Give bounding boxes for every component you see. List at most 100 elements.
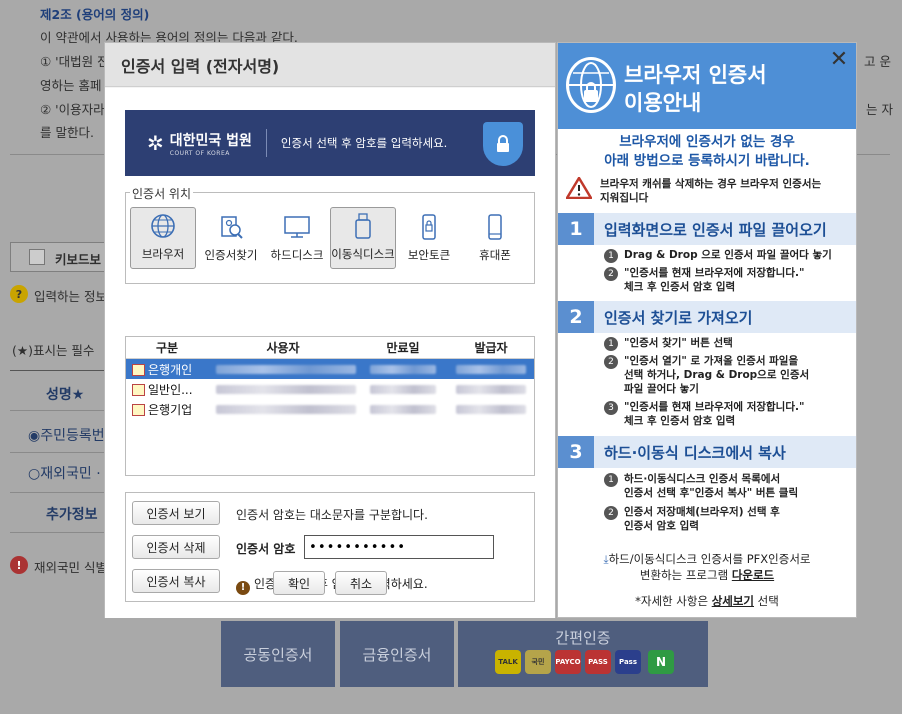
checkbox[interactable] xyxy=(29,249,45,265)
location-label: 인증서찾기 xyxy=(204,248,258,262)
naver-logo-icon: N xyxy=(648,650,674,674)
view-cert-button[interactable]: 인증서 보기 xyxy=(132,501,220,525)
payco-logo-icon: PAYCO xyxy=(555,650,581,674)
column-header[interactable]: 만료일 xyxy=(358,339,448,356)
keyboard-security-button[interactable]: 키보드보 xyxy=(10,242,110,272)
phone-icon xyxy=(480,213,510,241)
detail-text: 선택 xyxy=(754,594,779,608)
location-hard-disk[interactable]: 하드디스크 xyxy=(264,207,330,269)
number-2-icon: 2 xyxy=(604,506,618,520)
court-logo: ✲ 대한민국 법원 COURT OF KOREA xyxy=(147,130,252,157)
step-item: 인증서 선택 후"인증서 복사" 버튼 클릭 xyxy=(624,487,799,499)
location-label: 보안토큰 xyxy=(407,248,451,262)
radio-label: 재외국민 · xyxy=(40,466,101,482)
table-row[interactable]: 은행개인 xyxy=(126,359,534,379)
help-text: 입력하는 정보 xyxy=(34,289,107,304)
number-3-icon: 3 xyxy=(604,401,618,415)
court-name-en: COURT OF KOREA xyxy=(169,149,230,157)
number-2-icon: 2 xyxy=(604,355,618,369)
step-item: 체크 후 인증서 암호 입력 xyxy=(624,415,736,427)
court-name-kr: 대한민국 법원 xyxy=(169,132,252,149)
radio-overseas[interactable]: ○재외국민 · xyxy=(28,463,101,483)
simple-auth-label: 간편인증 xyxy=(555,629,611,647)
terms-line: 영하는 홈페 xyxy=(40,78,102,93)
cert-location-group: 인증서 위치 브라우저 인증서찾기 하드디스크 이동식디스크 보안토큰 휴대폰 xyxy=(125,185,535,284)
guide-title: 브라우저 인증서 이용안내 xyxy=(624,61,767,117)
certificate-icon xyxy=(132,383,145,396)
redacted-expiry xyxy=(370,405,436,414)
cert-table: 구분 사용자 만료일 발급자 은행개인 일반인... 은행기업 xyxy=(125,336,535,476)
warning-icon: ! xyxy=(10,556,28,574)
table-row[interactable]: 일반인... xyxy=(126,379,534,399)
radio-button[interactable]: ○ xyxy=(28,466,40,482)
joint-cert-button[interactable]: 공동인증서 xyxy=(221,621,335,687)
cancel-button[interactable]: 취소 xyxy=(335,571,387,595)
step-2-header: 2 인증서 찾기로 가져오기 xyxy=(558,301,856,333)
monitor-icon xyxy=(282,213,312,241)
samsung-pass-logo-icon: Pass xyxy=(615,650,641,674)
column-header[interactable]: 구분 xyxy=(126,339,208,356)
step-item: 선택 하거나, Drag & Drop으로 인증서 xyxy=(624,369,810,381)
step-1-header: 1 입력화면으로 인증서 파일 끌어오기 xyxy=(558,213,856,245)
divider xyxy=(10,492,105,493)
terms-line: 는 자 xyxy=(866,102,893,117)
download-link[interactable]: 다운로드 xyxy=(732,568,774,582)
redacted-user xyxy=(216,365,356,374)
table-row[interactable]: 은행기업 xyxy=(126,399,534,419)
column-header[interactable]: 발급자 xyxy=(448,339,534,356)
location-browser[interactable]: 브라우저 xyxy=(130,207,196,269)
court-emblem-icon: ✲ xyxy=(147,131,164,155)
copy-cert-button[interactable]: 인증서 복사 xyxy=(132,569,220,593)
delete-cert-button[interactable]: 인증서 삭제 xyxy=(132,535,220,559)
terms-line: 를 말한다. xyxy=(40,125,94,140)
step-item: "인증서를 현재 브라우저에 저장합니다." xyxy=(624,401,805,413)
help-icon: ? xyxy=(10,285,28,303)
step-item: Drag & Drop 으로 인증서 파일 끌어다 놓기 xyxy=(624,249,832,261)
step-item: 파일 끌어다 놓기 xyxy=(624,383,699,395)
divider xyxy=(10,410,105,411)
number-2-icon: 2 xyxy=(604,267,618,281)
radio-resident[interactable]: ◉주민등록번 xyxy=(28,425,105,445)
step-item: 인증서 암호 입력 xyxy=(624,520,699,532)
location-label: 하드디스크 xyxy=(270,248,324,262)
column-header[interactable]: 사용자 xyxy=(208,339,358,356)
guide-intro: 브라우저에 인증서가 없는 경우 아래 방법으로 등록하시기 바랍니다. xyxy=(558,133,856,171)
password-input[interactable] xyxy=(304,535,494,559)
number-1-icon: 1 xyxy=(604,337,618,351)
location-label: 휴대폰 xyxy=(479,248,511,262)
detail-link[interactable]: 상세보기 xyxy=(712,594,754,608)
password-hint: !인증서 선택 후 암호를 입력하세요. xyxy=(236,575,428,595)
location-find-cert[interactable]: 인증서찾기 xyxy=(198,207,264,269)
number-1-icon: 1 xyxy=(604,249,618,263)
location-mobile-phone[interactable]: 휴대폰 xyxy=(462,207,528,269)
close-icon[interactable]: ✕ xyxy=(828,49,850,71)
certificate-icon xyxy=(132,363,145,376)
step-3-header: 3 하드·이동식 디스크에서 복사 xyxy=(558,436,856,468)
step-number: 2 xyxy=(558,301,594,333)
step-title: 하드·이동식 디스크에서 복사 xyxy=(604,443,786,462)
warning-text: 브라우저 캐쉬를 삭제하는 경우 브라우저 인증서는 xyxy=(600,178,822,190)
step-item: "인증서를 현재 브라우저에 저장합니다." xyxy=(624,267,805,279)
pfx-download-note: ⤓하드/이동식디스크 인증서를 PFX인증서로 변환하는 프로그램 다운로드 xyxy=(558,551,856,583)
browser-cert-guide: 브라우저 인증서 이용안내 ✕ 브라우저에 인증서가 없는 경우 아래 방법으로… xyxy=(557,42,857,618)
keyboard-label: 키보드보 xyxy=(55,252,102,267)
step-title: 인증서 찾기로 가져오기 xyxy=(604,308,753,327)
guide-title-line1: 브라우저 인증서 xyxy=(624,63,767,87)
location-removable-disk[interactable]: 이동식디스크 xyxy=(330,207,396,269)
kb-logo-icon: 국민 xyxy=(525,650,551,674)
finance-cert-button[interactable]: 금융인증서 xyxy=(340,621,454,687)
overseas-note: 재외국민 식별 xyxy=(34,560,107,575)
terms-line: 고 운 xyxy=(864,54,891,69)
kakao-logo-icon: TALK xyxy=(495,650,521,674)
radio-button[interactable]: ◉ xyxy=(28,428,40,444)
pfx-text: 하드/이동식디스크 인증서를 PFX인증서로 xyxy=(608,552,811,566)
divider xyxy=(10,452,105,453)
redacted-issuer xyxy=(456,405,526,414)
redacted-expiry xyxy=(370,365,436,374)
warning-triangle-icon xyxy=(566,177,592,199)
ok-button[interactable]: 확인 xyxy=(273,571,325,595)
step-title: 입력화면으로 인증서 파일 끌어오기 xyxy=(604,220,827,239)
intro-line: 아래 방법으로 등록하시기 바랍니다. xyxy=(604,153,810,169)
step-number: 1 xyxy=(558,213,594,245)
location-security-token[interactable]: 보안토큰 xyxy=(396,207,462,269)
